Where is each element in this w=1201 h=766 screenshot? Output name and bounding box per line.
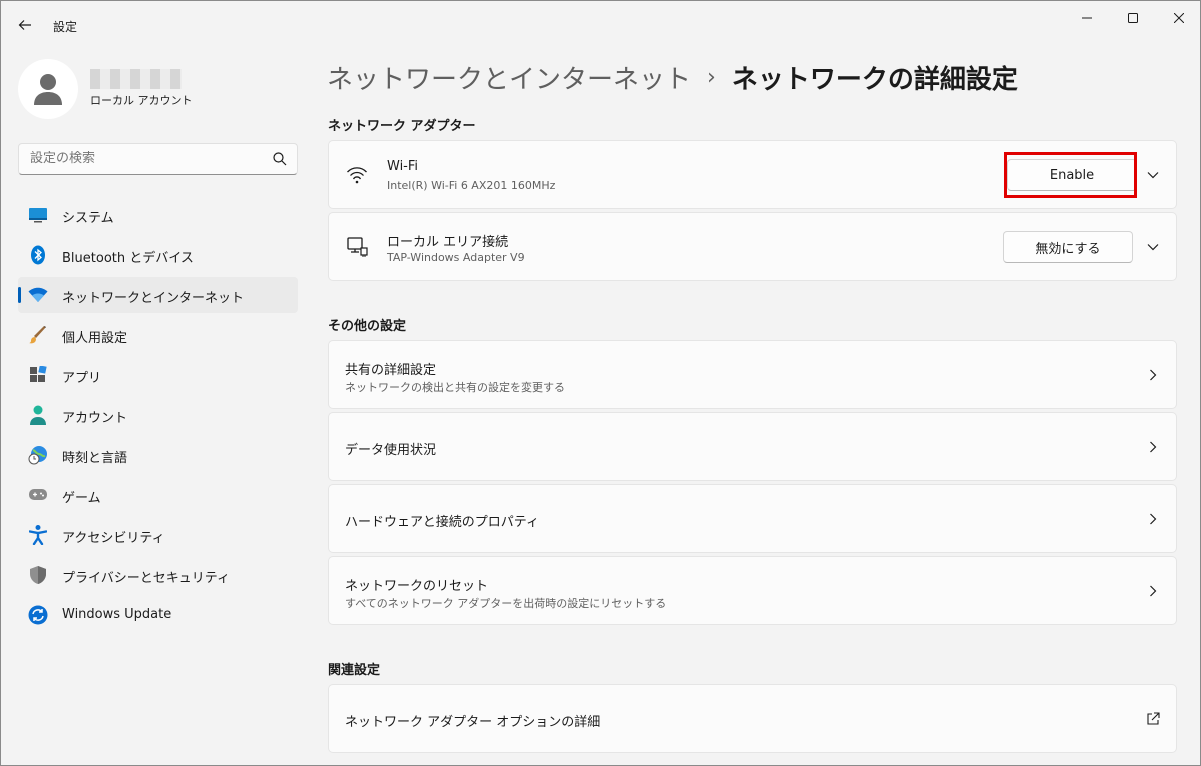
disable-button[interactable]: 無効にする	[1003, 231, 1133, 263]
row-title: データ使用状況	[345, 443, 437, 458]
ethernet-icon	[345, 235, 369, 259]
adapter-card-lan[interactable]: ローカル エリア接続 TAP-Windows Adapter V9 無効にする	[328, 212, 1177, 281]
minimize-icon	[1082, 17, 1092, 19]
profile-name-redacted	[90, 69, 182, 89]
breadcrumb: ネットワークとインターネット › ネットワークの詳細設定	[327, 59, 1018, 95]
chevron-right-icon	[1143, 581, 1163, 601]
settings-row-data-usage[interactable]: データ使用状況	[328, 412, 1177, 481]
bluetooth-icon	[28, 245, 48, 265]
row-title: ネットワークのリセット	[345, 579, 489, 594]
chevron-right-icon	[1143, 437, 1163, 457]
sidebar-item-label: ネットワークとインターネット	[62, 291, 245, 306]
person-icon	[34, 74, 62, 105]
sidebar-item-label: Windows Update	[62, 607, 172, 622]
page-title: ネットワークの詳細設定	[731, 64, 1018, 95]
section-title-related: 関連設定	[328, 663, 381, 678]
wifi-icon	[345, 163, 369, 187]
sidebar-item-personalization[interactable]: 個人用設定	[18, 317, 298, 353]
sidebar-item-label: アクセシビリティ	[62, 531, 165, 546]
search-icon	[273, 152, 287, 166]
search-box[interactable]	[18, 143, 298, 175]
update-icon	[28, 605, 48, 625]
row-title: ネットワーク アダプター オプションの詳細	[345, 715, 601, 730]
external-link-icon	[1143, 709, 1163, 729]
adapter-description: Intel(R) Wi-Fi 6 AX201 160MHz	[387, 179, 556, 192]
monitor-icon	[28, 205, 48, 225]
sidebar-item-label: プライバシーとセキュリティ	[62, 571, 230, 586]
sidebar-item-label: アカウント	[62, 411, 128, 426]
sidebar-item-label: 時刻と言語	[62, 451, 128, 466]
title-bar: 設定	[1, 1, 1200, 47]
maximize-icon	[1128, 13, 1138, 23]
account-type: ローカル アカウント	[90, 94, 193, 107]
row-description: すべてのネットワーク アダプターを出荷時の設定にリセットする	[345, 597, 667, 610]
sidebar-item-label: 個人用設定	[62, 331, 128, 346]
sidebar-item-label: アプリ	[62, 371, 102, 386]
brush-icon	[28, 325, 48, 345]
adapter-description: TAP-Windows Adapter V9	[387, 251, 525, 264]
sidebar-item-windows-update[interactable]: Windows Update	[18, 597, 298, 633]
close-button[interactable]	[1156, 1, 1200, 35]
row-title: 共有の詳細設定	[345, 363, 437, 378]
settings-window: 設定 ローカル アカウント システム	[0, 0, 1201, 766]
settings-row-sharing[interactable]: 共有の詳細設定 ネットワークの検出と共有の設定を変更する	[328, 340, 1177, 409]
row-title: ハードウェアと接続のプロパティ	[345, 515, 539, 530]
chevron-right-icon	[1143, 365, 1163, 385]
settings-row-hardware-properties[interactable]: ハードウェアと接続のプロパティ	[328, 484, 1177, 553]
search-input[interactable]	[30, 151, 260, 166]
user-profile: ローカル アカウント	[18, 59, 298, 119]
window-title: 設定	[53, 20, 78, 34]
breadcrumb-separator: ›	[707, 64, 716, 90]
sidebar-item-privacy[interactable]: プライバシーとセキュリティ	[18, 557, 298, 593]
sidebar-item-gaming[interactable]: ゲーム	[18, 477, 298, 513]
shield-icon	[28, 565, 48, 585]
sidebar-item-label: ゲーム	[62, 491, 101, 506]
settings-row-network-reset[interactable]: ネットワークのリセット すべてのネットワーク アダプターを出荷時の設定にリセット…	[328, 556, 1177, 625]
accessibility-icon	[28, 525, 48, 545]
row-description: ネットワークの検出と共有の設定を変更する	[345, 381, 565, 394]
sidebar-item-time-language[interactable]: 時刻と言語	[18, 437, 298, 473]
adapter-name: Wi-Fi	[387, 159, 419, 174]
sidebar-item-accessibility[interactable]: アクセシビリティ	[18, 517, 298, 553]
apps-icon	[28, 365, 48, 385]
section-title-other: その他の設定	[328, 319, 407, 334]
sidebar-item-network[interactable]: ネットワークとインターネット	[18, 277, 298, 313]
avatar	[18, 59, 78, 119]
close-icon	[1174, 13, 1184, 23]
sidebar-item-label: Bluetooth とデバイス	[62, 251, 194, 266]
globe-clock-icon	[28, 445, 48, 465]
adapter-card-wifi[interactable]: Wi-Fi Intel(R) Wi-Fi 6 AX201 160MHz Enab…	[328, 140, 1177, 209]
person-icon	[28, 405, 48, 425]
settings-row-adapter-options[interactable]: ネットワーク アダプター オプションの詳細	[328, 684, 1177, 753]
back-arrow-icon	[18, 20, 31, 30]
chevron-down-icon[interactable]	[1143, 237, 1163, 257]
sidebar-item-bluetooth[interactable]: Bluetooth とデバイス	[18, 237, 298, 273]
sidebar-item-label: システム	[62, 211, 114, 226]
sidebar-nav: システム Bluetooth とデバイス ネットワークとインターネット 個人用設…	[18, 197, 298, 637]
sidebar-item-system[interactable]: システム	[18, 197, 298, 233]
section-title-adapters: ネットワーク アダプター	[328, 119, 476, 134]
chevron-right-icon	[1143, 509, 1163, 529]
wifi-icon	[28, 285, 48, 305]
sidebar-item-accounts[interactable]: アカウント	[18, 397, 298, 433]
adapter-name: ローカル エリア接続	[387, 235, 509, 250]
maximize-button[interactable]	[1110, 1, 1156, 35]
chevron-down-icon[interactable]	[1143, 165, 1163, 185]
highlight-box	[1004, 152, 1137, 198]
back-button[interactable]	[11, 11, 39, 39]
gamepad-icon	[28, 485, 48, 505]
minimize-button[interactable]	[1064, 1, 1110, 35]
breadcrumb-parent[interactable]: ネットワークとインターネット	[327, 59, 691, 96]
sidebar-item-apps[interactable]: アプリ	[18, 357, 298, 393]
